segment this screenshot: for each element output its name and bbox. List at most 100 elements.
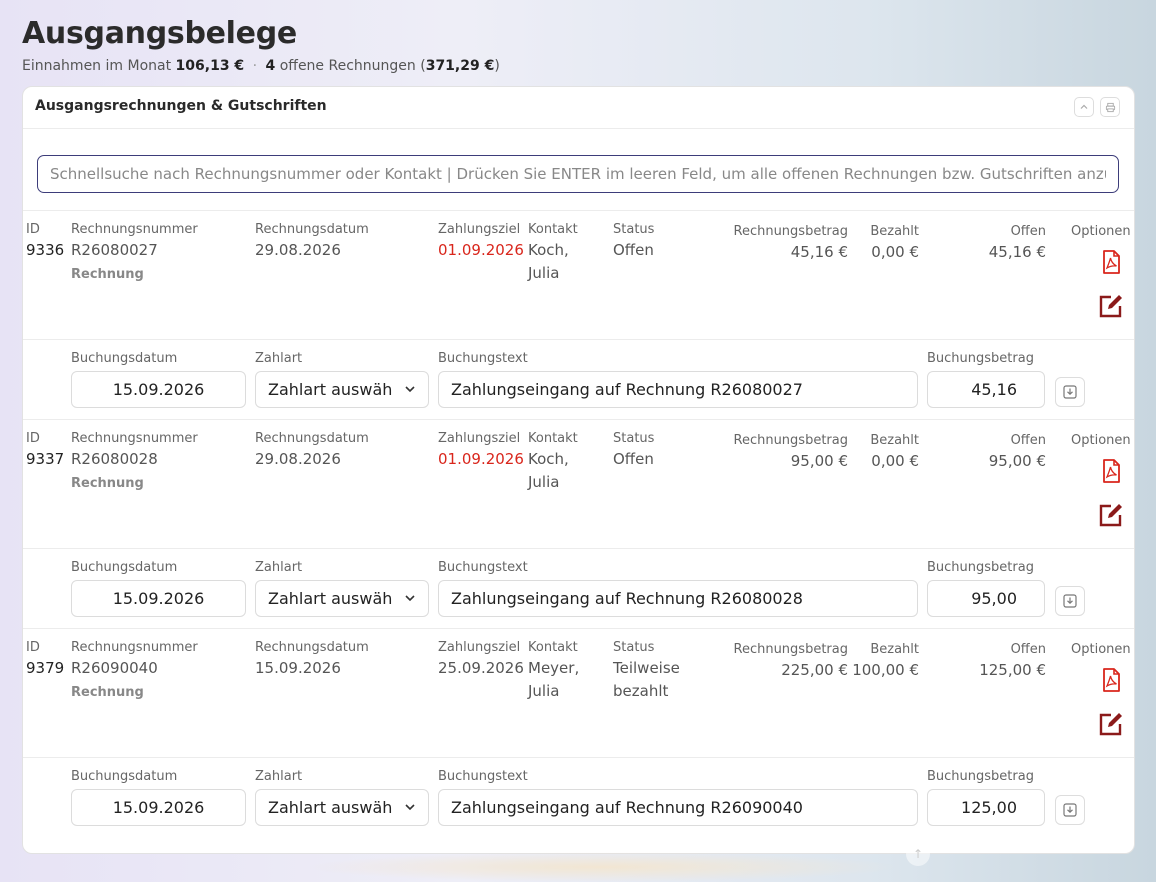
- invoice-type: Rechnung: [71, 267, 144, 282]
- contact-label: Kontakt: [528, 222, 578, 237]
- invoice-row: ID 9379 Rechnungsnummer R26090040 Rechnu…: [23, 628, 1134, 757]
- pdf-button[interactable]: [1098, 458, 1124, 484]
- payment-method-select[interactable]: Zahlart auswäh: [255, 371, 429, 408]
- contact-line1: Meyer,: [528, 659, 580, 677]
- status-label: Status: [613, 640, 655, 655]
- paid-amount: 100,00 €: [852, 661, 919, 679]
- booking-amount-input[interactable]: 125,00: [927, 789, 1045, 826]
- invoice-number: R26090040: [71, 659, 158, 677]
- booking-amount-value: 125,00: [961, 798, 1017, 817]
- invoice-id: 9337: [26, 450, 65, 468]
- card-header: Ausgangsrechnungen & Gutschriften: [23, 87, 1134, 129]
- id-label: ID: [26, 431, 40, 446]
- invoice-number: R26080027: [71, 241, 158, 259]
- options-label: Optionen: [1071, 642, 1131, 657]
- open-label: Offen: [1010, 642, 1046, 657]
- booking-text-value: Zahlungseingang auf Rechnung R26090040: [451, 798, 803, 817]
- pdf-icon: [1103, 459, 1120, 483]
- save-booking-button[interactable]: [1055, 377, 1085, 407]
- scroll-top-button[interactable]: ↑: [906, 842, 930, 866]
- status-label: Status: [613, 222, 655, 237]
- payment-method-label: Zahlart: [255, 560, 303, 575]
- booking-date-label: Buchungsdatum: [71, 769, 178, 784]
- status-line1: Teilweise: [613, 659, 680, 677]
- pdf-button[interactable]: [1098, 667, 1124, 693]
- open-amount: 95,00 €: [988, 452, 1046, 470]
- id-label: ID: [26, 222, 40, 237]
- contact-line1: Koch,: [528, 241, 569, 259]
- pdf-icon: [1103, 668, 1120, 692]
- booking-text-label: Buchungstext: [438, 769, 528, 784]
- invoice-id: 9336: [26, 241, 65, 259]
- payment-method-select[interactable]: Zahlart auswäh: [255, 580, 429, 617]
- save-booking-icon: [1063, 385, 1077, 399]
- invoice-date-label: Rechnungsdatum: [255, 222, 369, 237]
- invoice-date: 29.08.2026: [255, 241, 341, 259]
- bottom-glow: [300, 852, 900, 882]
- amount-label: Rechnungsbetrag: [733, 642, 849, 657]
- status-label: Status: [613, 431, 655, 446]
- payment-method-label: Zahlart: [255, 769, 303, 784]
- edit-button[interactable]: [1098, 502, 1124, 528]
- invoice-date: 15.09.2026: [255, 659, 341, 677]
- invoice-date: 29.08.2026: [255, 450, 341, 468]
- invoice-row: ID 9336 Rechnungsnummer R26080027 Rechnu…: [23, 210, 1134, 339]
- due-label: Zahlungsziel: [438, 222, 521, 237]
- booking-amount-value: 95,00: [971, 589, 1017, 608]
- open-label: offene Rechnungen: [279, 58, 416, 74]
- amount-label: Rechnungsbetrag: [733, 433, 849, 448]
- open-amount: 125,00 €: [979, 661, 1046, 679]
- chevron-down-icon: [405, 386, 415, 393]
- options-label: Optionen: [1071, 433, 1131, 448]
- quick-search-input[interactable]: [37, 155, 1119, 193]
- paren-close: ): [494, 58, 500, 74]
- booking-date-input[interactable]: 15.09.2026: [71, 789, 246, 826]
- collapse-button[interactable]: [1074, 97, 1094, 117]
- invoice-date-label: Rechnungsdatum: [255, 431, 369, 446]
- booking-date-input[interactable]: 15.09.2026: [71, 580, 246, 617]
- pdf-button[interactable]: [1098, 249, 1124, 275]
- summary-separator: ·: [252, 58, 258, 74]
- page-summary: Einnahmen im Monat 106,13 € · 4 offene R…: [22, 58, 500, 74]
- booking-date-input[interactable]: 15.09.2026: [71, 371, 246, 408]
- booking-text-input[interactable]: Zahlungseingang auf Rechnung R26080027: [438, 371, 918, 408]
- booking-text-input[interactable]: Zahlungseingang auf Rechnung R26080028: [438, 580, 918, 617]
- booking-text-label: Buchungstext: [438, 351, 528, 366]
- card-title: Ausgangsrechnungen & Gutschriften: [35, 98, 327, 114]
- booking-text-input[interactable]: Zahlungseingang auf Rechnung R26090040: [438, 789, 918, 826]
- edit-icon: [1099, 504, 1122, 527]
- contact-line2: Julia: [528, 682, 560, 700]
- save-booking-icon: [1063, 803, 1077, 817]
- print-button[interactable]: [1100, 97, 1120, 117]
- invoice-number-label: Rechnungsnummer: [71, 222, 198, 237]
- invoice-type: Rechnung: [71, 685, 144, 700]
- booking-text-value: Zahlungseingang auf Rechnung R26080028: [451, 589, 803, 608]
- edit-button[interactable]: [1098, 293, 1124, 319]
- save-booking-button[interactable]: [1055, 795, 1085, 825]
- edit-icon: [1099, 295, 1122, 318]
- invoice-number-label: Rechnungsnummer: [71, 640, 198, 655]
- booking-text-value: Zahlungseingang auf Rechnung R26080027: [451, 380, 803, 399]
- due-date: 01.09.2026: [438, 450, 524, 468]
- booking-amount-input[interactable]: 45,16: [927, 371, 1045, 408]
- edit-button[interactable]: [1098, 711, 1124, 737]
- invoice-amount: 95,00 €: [790, 452, 848, 470]
- booking-amount-input[interactable]: 95,00: [927, 580, 1045, 617]
- payment-method-value: Zahlart auswäh: [268, 589, 393, 608]
- invoices-card: Ausgangsrechnungen & Gutschriften ID 933…: [22, 86, 1135, 854]
- booking-row: Buchungsdatum Zahlart Buchungstext Buchu…: [23, 548, 1134, 629]
- id-label: ID: [26, 640, 40, 655]
- save-booking-button[interactable]: [1055, 586, 1085, 616]
- open-sum: 371,29 €: [425, 58, 495, 74]
- income-label: Einnahmen im Monat: [22, 58, 172, 74]
- paid-amount: 0,00 €: [871, 243, 919, 261]
- contact-line2: Julia: [528, 473, 560, 491]
- contact-line2: Julia: [528, 264, 560, 282]
- invoice-type: Rechnung: [71, 476, 144, 491]
- invoice-amount: 45,16 €: [790, 243, 848, 261]
- edit-icon: [1099, 713, 1122, 736]
- invoice-row: ID 9337 Rechnungsnummer R26080028 Rechnu…: [23, 419, 1134, 548]
- payment-method-select[interactable]: Zahlart auswäh: [255, 789, 429, 826]
- booking-date-label: Buchungsdatum: [71, 351, 178, 366]
- payment-method-label: Zahlart: [255, 351, 303, 366]
